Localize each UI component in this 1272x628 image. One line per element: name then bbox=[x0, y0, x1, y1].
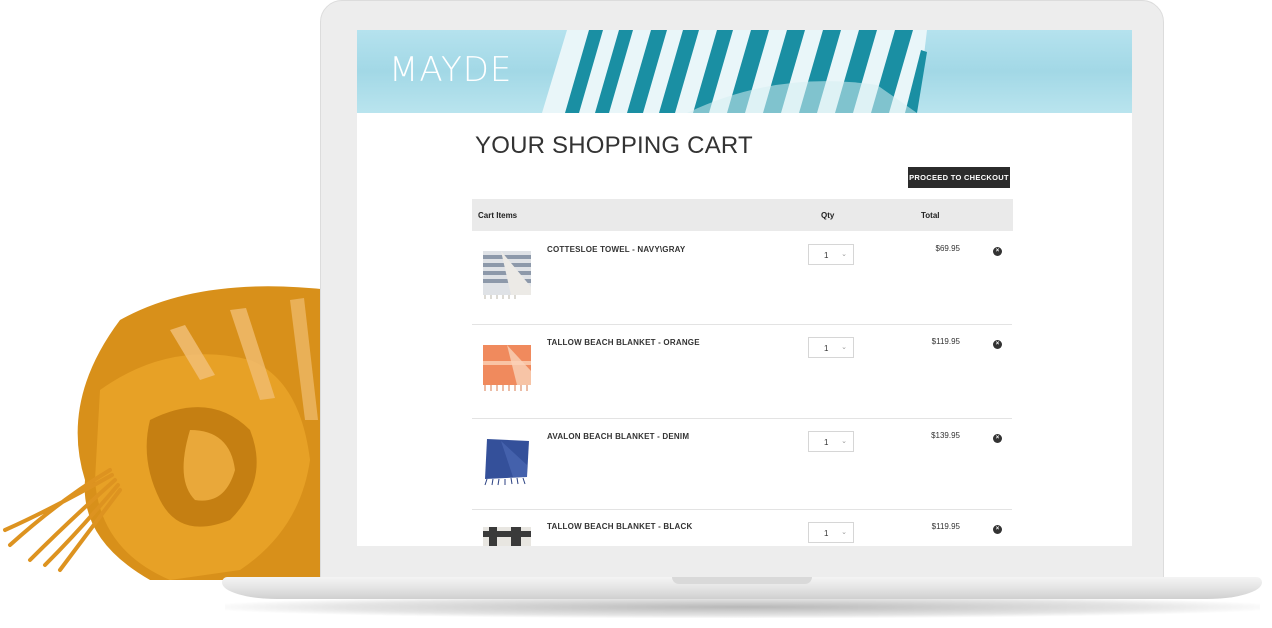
quantity-select[interactable]: 1 ⌄ bbox=[808, 337, 854, 358]
product-thumbnail[interactable] bbox=[481, 435, 533, 487]
blanket-photo bbox=[3, 286, 335, 580]
header-qty: Qty bbox=[821, 211, 835, 220]
laptop-notch bbox=[672, 577, 812, 584]
cart-table-header: Cart Items Qty Total bbox=[472, 199, 1013, 231]
page-title: YOUR SHOPPING CART bbox=[475, 132, 753, 159]
table-row: COTTESLOE TOWEL - NAVY\GRAY 1 ⌄ $69.95 × bbox=[472, 233, 1012, 325]
line-total: $119.95 bbox=[931, 337, 960, 346]
line-total: $139.95 bbox=[931, 431, 960, 440]
quantity-value: 1 bbox=[824, 251, 829, 260]
line-total: $69.95 bbox=[935, 244, 960, 253]
quantity-value: 1 bbox=[824, 438, 829, 447]
chevron-down-icon: ⌄ bbox=[841, 344, 847, 351]
brand-logo[interactable]: MAYDE bbox=[389, 50, 512, 90]
chevron-down-icon: ⌄ bbox=[841, 529, 847, 536]
quantity-value: 1 bbox=[824, 529, 829, 538]
product-thumbnail[interactable] bbox=[481, 247, 533, 299]
line-total: $119.95 bbox=[931, 522, 960, 531]
close-circle-icon[interactable]: × bbox=[993, 525, 1002, 534]
header-banner: MAYDE bbox=[357, 30, 1132, 113]
table-row: TALLOW BEACH BLANKET - BLACK 1 ⌄ $119.95… bbox=[472, 511, 1012, 546]
laptop-screen: MAYDE YOUR SHOPPING CART PROCEED TO CHEC… bbox=[357, 30, 1132, 546]
product-name[interactable]: TALLOW BEACH BLANKET - BLACK bbox=[547, 522, 692, 531]
product-thumbnail[interactable] bbox=[481, 525, 533, 546]
quantity-select[interactable]: 1 ⌄ bbox=[808, 522, 854, 543]
table-row: AVALON BEACH BLANKET - DENIM 1 ⌄ $139.95… bbox=[472, 420, 1012, 510]
close-circle-icon[interactable]: × bbox=[993, 340, 1002, 349]
close-circle-icon[interactable]: × bbox=[993, 434, 1002, 443]
chevron-down-icon: ⌄ bbox=[841, 438, 847, 445]
table-row: TALLOW BEACH BLANKET - ORANGE 1 ⌄ $119.9… bbox=[472, 326, 1012, 419]
product-name[interactable]: AVALON BEACH BLANKET - DENIM bbox=[547, 432, 689, 441]
proceed-to-checkout-button[interactable]: PROCEED TO CHECKOUT bbox=[908, 167, 1010, 188]
close-circle-icon[interactable]: × bbox=[993, 247, 1002, 256]
quantity-select[interactable]: 1 ⌄ bbox=[808, 431, 854, 452]
chevron-down-icon: ⌄ bbox=[841, 251, 847, 258]
header-total: Total bbox=[921, 211, 940, 220]
product-name[interactable]: COTTESLOE TOWEL - NAVY\GRAY bbox=[547, 245, 685, 254]
laptop-shadow bbox=[225, 596, 1260, 618]
product-name[interactable]: TALLOW BEACH BLANKET - ORANGE bbox=[547, 338, 700, 347]
header-cart-items: Cart Items bbox=[478, 211, 518, 220]
quantity-select[interactable]: 1 ⌄ bbox=[808, 244, 854, 265]
product-thumbnail[interactable] bbox=[481, 341, 533, 393]
quantity-value: 1 bbox=[824, 344, 829, 353]
